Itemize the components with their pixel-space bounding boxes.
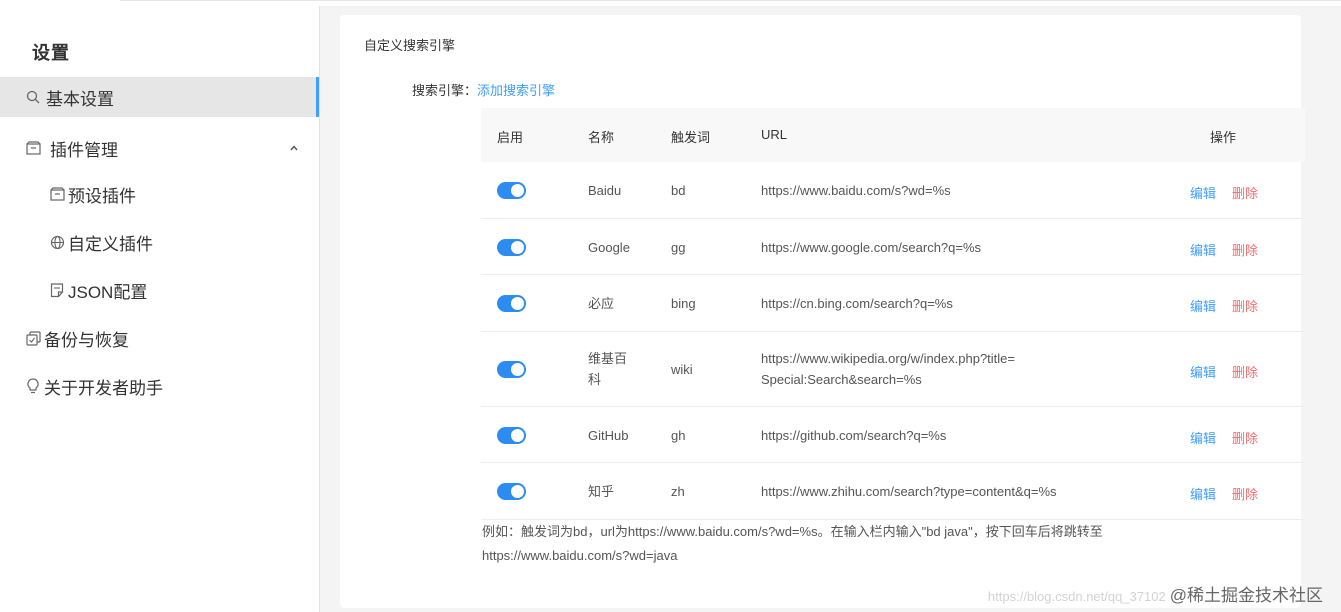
table-row: GitHub gh https://github.com/search?q=%s… [481, 407, 1305, 463]
enable-switch[interactable] [497, 483, 526, 503]
sidebar-item-label: 备份与恢复 [44, 330, 129, 350]
table-row: 知乎 zh https://www.zhihu.com/search?type=… [481, 463, 1305, 520]
box-icon [49, 186, 65, 202]
delete-button[interactable]: 删除 [1232, 428, 1258, 447]
globe-icon [49, 234, 65, 250]
sidebar-title: 设置 [32, 43, 70, 63]
sidebar-item-label: 预设插件 [68, 186, 136, 206]
table-header: 启用 名称 触发词 URL 操作 [481, 108, 1305, 162]
engine-keyword: bing [671, 296, 696, 311]
edit-button[interactable]: 编辑 [1190, 183, 1216, 202]
watermark: https://blog.csdn.net/qq_37102 @稀土掘金技术社区 [988, 581, 1323, 606]
sidebar-item-label: 关于开发者助手 [44, 378, 163, 398]
engine-row: 搜索引擎：添加搜索引擎 [412, 80, 555, 99]
engine-url: https://www.google.com/search?q=%s [761, 240, 982, 255]
header-url: URL [761, 127, 788, 142]
sidebar-item-plugin-management[interactable]: 插件管理 [0, 128, 319, 168]
engine-name: 知乎 [588, 484, 615, 499]
sidebar-item-label: 自定义插件 [68, 234, 153, 254]
box-icon [25, 140, 41, 156]
sidebar-item-preset-plugins[interactable]: 预设插件 [0, 174, 319, 214]
engine-name: 必应 [588, 296, 615, 311]
sidebar-item-custom-plugins[interactable]: 自定义插件 [0, 222, 319, 262]
engine-name: 维基百科 [588, 351, 628, 387]
usage-note: 例如：触发词为bd，url为https://www.baidu.com/s?wd… [482, 520, 1212, 568]
table-row: 维基百科 wiki https://www.wikipedia.org/w/in… [481, 332, 1305, 407]
add-search-engine-link[interactable]: 添加搜索引擎 [477, 83, 555, 98]
sidebar-item-label: 插件管理 [50, 140, 118, 160]
enable-switch[interactable] [497, 295, 526, 315]
engine-label: 搜索引擎： [412, 83, 478, 98]
lightbulb-icon [25, 378, 41, 394]
watermark-brand: @稀土掘金技术社区 [1169, 586, 1323, 605]
table-row: Baidu bd https://www.baidu.com/s?wd=%s 编… [481, 162, 1305, 219]
search-engine-card: 自定义搜索引擎 搜索引擎：添加搜索引擎 启用 名称 触发词 URL 操作 Bai… [340, 15, 1305, 608]
sidebar-item-about-developer[interactable]: 关于开发者助手 [0, 366, 319, 406]
search-engine-table: 启用 名称 触发词 URL 操作 Baidu bd https://www.ba… [481, 108, 1305, 520]
search-icon [25, 89, 41, 105]
watermark-url: https://blog.csdn.net/qq_37102 [987, 589, 1166, 604]
usage-note-line2: https://www.baidu.com/s?wd=java [482, 548, 678, 563]
sidebar-item-backup-restore[interactable]: 备份与恢复 [0, 318, 319, 358]
engine-url: https://www.baidu.com/s?wd=%s [761, 183, 951, 198]
delete-button[interactable]: 删除 [1232, 362, 1258, 381]
header-enable: 启用 [497, 130, 524, 145]
sidebar-item-label: 基本设置 [46, 89, 114, 109]
sidebar-item-label: JSON配置 [68, 282, 148, 302]
sidebar-item-json-config[interactable]: JSON配置 [0, 270, 319, 310]
delete-button[interactable]: 删除 [1232, 240, 1258, 259]
table-row: 必应 bing https://cn.bing.com/search?q=%s … [481, 275, 1305, 332]
header-actions: 操作 [1210, 130, 1237, 145]
engine-url: https://cn.bing.com/search?q=%s [761, 296, 953, 311]
edit-button[interactable]: 编辑 [1190, 296, 1216, 315]
enable-switch[interactable] [497, 361, 526, 381]
engine-url: https://www.wikipedia.org/w/index.php?ti… [761, 351, 1015, 387]
header-name: 名称 [588, 130, 615, 145]
usage-note-line1: 例如：触发词为bd，url为https://www.baidu.com/s?wd… [482, 524, 1103, 539]
engine-keyword: zh [671, 484, 685, 499]
chevron-up-icon[interactable] [287, 140, 301, 154]
delete-button[interactable]: 删除 [1232, 484, 1258, 503]
engine-name: Baidu [588, 183, 622, 198]
edit-button[interactable]: 编辑 [1190, 362, 1216, 381]
sidebar-item-basic-settings[interactable]: 基本设置 [0, 77, 319, 117]
edit-button[interactable]: 编辑 [1190, 428, 1216, 447]
document-icon [49, 282, 65, 298]
engine-keyword: wiki [671, 362, 693, 377]
delete-button[interactable]: 删除 [1232, 296, 1258, 315]
enable-switch[interactable] [497, 182, 526, 202]
engine-name: Google [588, 240, 630, 255]
engine-keyword: gh [671, 428, 686, 443]
engine-keyword: bd [671, 183, 686, 198]
edit-button[interactable]: 编辑 [1190, 484, 1216, 503]
enable-switch[interactable] [497, 427, 526, 447]
sidebar: 设置 基本设置 插件管理 预设插件 自定义插件 JSON配置 备份与恢复 关于开… [0, 6, 320, 612]
engine-url: https://www.zhihu.com/search?type=conten… [761, 484, 1057, 499]
card-title: 自定义搜索引擎 [364, 38, 456, 53]
table-row: Google gg https://www.google.com/search?… [481, 219, 1305, 275]
engine-name: GitHub [588, 428, 629, 443]
delete-button[interactable]: 删除 [1232, 183, 1258, 202]
engine-url: https://github.com/search?q=%s [761, 428, 947, 443]
header-keyword: 触发词 [671, 130, 711, 145]
edit-button[interactable]: 编辑 [1190, 240, 1216, 259]
copy-icon [25, 330, 41, 346]
enable-switch[interactable] [497, 239, 526, 259]
engine-keyword: gg [671, 240, 686, 255]
